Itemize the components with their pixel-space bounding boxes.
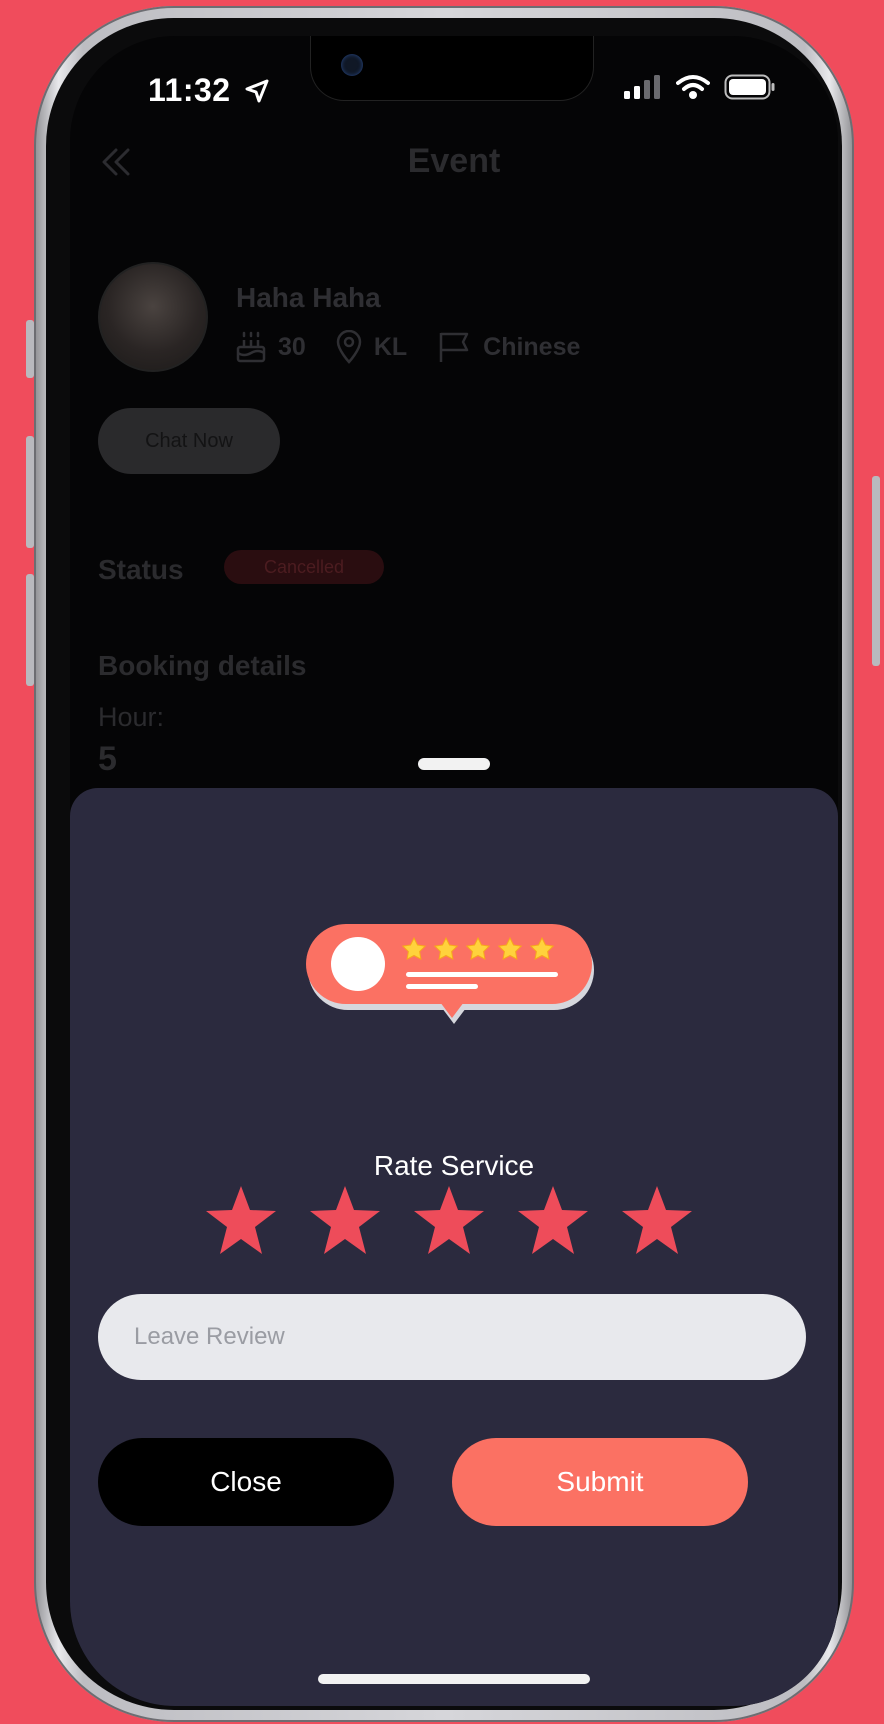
power-button — [872, 476, 880, 666]
avatar — [98, 262, 208, 372]
front-camera — [341, 54, 363, 76]
volume-up-button — [26, 436, 34, 548]
hour-label: Hour: — [98, 702, 165, 732]
rating-bottom-sheet: Rate Service Close Submit — [70, 788, 838, 1706]
time-text: 11:32 — [148, 72, 231, 108]
star-icon — [622, 1186, 692, 1254]
status-icons — [624, 74, 776, 100]
rating-star-3[interactable] — [412, 1184, 486, 1258]
hour-value: 5 — [98, 740, 117, 778]
chat-now-button[interactable]: Chat Now — [98, 408, 280, 474]
home-indicator — [318, 1674, 590, 1684]
star-rating — [204, 1184, 694, 1258]
cellular-signal-icon — [624, 75, 660, 99]
map-pin-icon — [336, 330, 362, 364]
page-title: Event — [407, 142, 501, 180]
rating-star-1[interactable] — [204, 1184, 278, 1258]
star-icon — [414, 1186, 484, 1254]
rate-service-title: Rate Service — [373, 1150, 535, 1181]
star-icon — [206, 1186, 276, 1254]
review-illustration — [306, 924, 594, 1024]
star-icon — [518, 1186, 588, 1254]
birthday-cake-icon — [236, 331, 266, 363]
battery-icon — [724, 74, 775, 100]
booking-details-title: Booking details — [98, 650, 307, 681]
profile-meta: 30 KL Chinese — [236, 330, 596, 364]
sheet-grabber[interactable] — [418, 758, 490, 770]
star-icon — [310, 1186, 380, 1254]
screen: 11:32 Event Haha Haha 30 KL Chinese Chat… — [70, 36, 838, 1706]
notch — [310, 36, 594, 101]
language-item: Chinese — [437, 330, 580, 364]
location-text: KL — [373, 332, 408, 361]
age-text: 30 — [278, 332, 306, 361]
location-arrow-icon — [245, 79, 269, 103]
rating-star-4[interactable] — [516, 1184, 590, 1258]
profile-name: Haha Haha — [236, 282, 381, 313]
rating-star-5[interactable] — [620, 1184, 694, 1258]
location-item: KL — [336, 330, 407, 364]
submit-button[interactable]: Submit — [452, 1438, 748, 1526]
status-label: Status — [98, 554, 184, 585]
wifi-icon — [676, 75, 710, 99]
volume-down-button — [26, 574, 34, 686]
rating-star-2[interactable] — [308, 1184, 382, 1258]
close-button[interactable]: Close — [98, 1438, 394, 1526]
leave-review-input[interactable] — [98, 1294, 806, 1380]
language-text: Chinese — [483, 332, 581, 361]
status-badge: Cancelled — [224, 550, 384, 584]
mute-switch — [26, 320, 34, 378]
age-item: 30 — [236, 331, 306, 363]
flag-icon — [439, 332, 469, 362]
status-time: 11:32 — [148, 72, 270, 109]
